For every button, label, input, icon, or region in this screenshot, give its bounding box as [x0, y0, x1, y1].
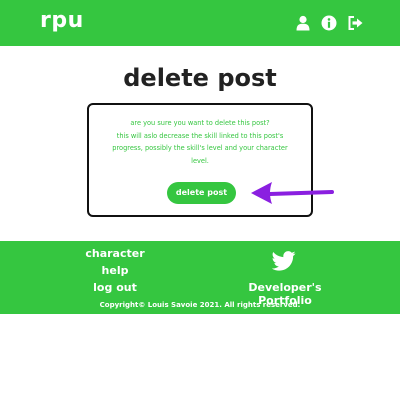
message-line: level.: [191, 156, 209, 165]
annotation-arrow-icon: [251, 182, 334, 204]
twitter-icon[interactable]: [272, 251, 296, 271]
footer-link-help[interactable]: help: [75, 264, 155, 277]
footer-link-log-out[interactable]: log out: [75, 281, 155, 294]
message-line: progress, possibly the skill's level and…: [112, 144, 288, 152]
footer: character help log out Developer's Portf…: [0, 241, 400, 314]
page-title: delete post: [123, 64, 277, 92]
footer-link-character[interactable]: character: [75, 247, 155, 260]
delete-post-button[interactable]: delete post: [167, 182, 236, 204]
confirmation-message: are you sure you want to delete this pos…: [103, 117, 297, 167]
info-icon[interactable]: [321, 15, 337, 31]
copyright-text: Copyright© Louis Savoie 2021. All rights…: [99, 301, 301, 309]
top-navbar: rpu: [0, 0, 400, 46]
message-line: are you sure you want to delete this pos…: [130, 119, 270, 127]
message-line: this will aslo decrease the skill linked…: [116, 131, 284, 140]
app-logo[interactable]: rpu: [40, 8, 84, 33]
sign-out-icon[interactable]: [347, 15, 363, 31]
user-icon[interactable]: [295, 15, 311, 31]
